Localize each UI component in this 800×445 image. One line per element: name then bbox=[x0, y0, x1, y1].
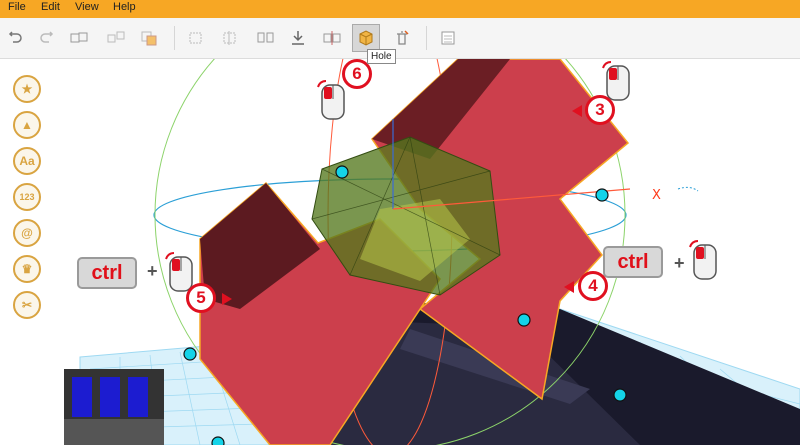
cut-button[interactable] bbox=[318, 24, 346, 52]
tools-button[interactable]: ✂ bbox=[13, 291, 41, 319]
svg-text:X: X bbox=[652, 188, 661, 203]
step-badge-5: 5 bbox=[186, 283, 216, 313]
toolbar bbox=[0, 18, 800, 59]
gizmo-handle[interactable] bbox=[517, 313, 531, 327]
menu-view[interactable]: View bbox=[75, 1, 99, 13]
step-badge-3: 3 bbox=[585, 95, 615, 125]
plus-sign-left: + bbox=[147, 261, 158, 281]
undo-icon bbox=[8, 31, 22, 43]
align-button[interactable] bbox=[182, 24, 210, 52]
ungroup-button[interactable] bbox=[102, 24, 130, 52]
ctrl-key-badge-right: ctrl bbox=[603, 246, 663, 278]
step-badge-4: 4 bbox=[578, 271, 608, 301]
mirror-icon bbox=[257, 32, 274, 43]
menu-edit[interactable]: Edit bbox=[41, 1, 60, 13]
duplicate-button[interactable] bbox=[136, 24, 164, 52]
scene-canvas: X bbox=[64, 59, 800, 445]
align-icon bbox=[189, 32, 202, 44]
text-button[interactable]: Aa bbox=[13, 147, 41, 175]
cut-icon bbox=[323, 31, 341, 45]
toolbar-separator bbox=[174, 26, 175, 50]
download-icon bbox=[292, 31, 304, 45]
mouse-left-click-icon bbox=[689, 240, 717, 280]
gizmo-handle[interactable] bbox=[613, 388, 627, 402]
ungroup-icon bbox=[107, 31, 125, 43]
hole-tooltip: Hole bbox=[367, 49, 396, 64]
hole-icon bbox=[359, 30, 373, 46]
hole-button[interactable] bbox=[352, 24, 380, 52]
group-button[interactable] bbox=[66, 24, 94, 52]
mirror-button[interactable] bbox=[252, 24, 280, 52]
numbers-button[interactable]: 123 bbox=[13, 183, 41, 211]
plus-sign-right: + bbox=[674, 253, 685, 273]
symbols-icon: @ bbox=[21, 226, 33, 240]
crown-button[interactable]: ♛ bbox=[13, 255, 41, 283]
arrow-icon bbox=[572, 105, 582, 117]
delete-icon bbox=[397, 30, 409, 45]
menu-file[interactable]: File bbox=[8, 1, 26, 13]
symbols-button[interactable]: @ bbox=[13, 219, 41, 247]
text-icon: Aa bbox=[19, 154, 35, 168]
favorites-button[interactable]: ★ bbox=[13, 75, 41, 103]
workplane-viewport[interactable]: X ★ ▲ Aa 123 @ ♛ ✂ ctrl + ctrl + 3 4 5 6 bbox=[0, 59, 800, 445]
arrow-icon bbox=[222, 293, 232, 305]
menu-help[interactable]: Help bbox=[113, 1, 136, 13]
gizmo-handle[interactable] bbox=[335, 165, 349, 179]
gizmo-handle[interactable] bbox=[595, 188, 609, 202]
flip-icon bbox=[223, 31, 236, 45]
blue-object bbox=[64, 369, 164, 445]
duplicate-icon bbox=[141, 31, 157, 46]
group-icon bbox=[70, 32, 88, 43]
mouse-left-click-icon bbox=[317, 80, 345, 120]
star-icon: ★ bbox=[21, 82, 33, 96]
shapes-icon: ▲ bbox=[21, 118, 33, 132]
redo-icon bbox=[40, 31, 54, 43]
tools-icon: ✂ bbox=[21, 298, 33, 312]
flip-button[interactable] bbox=[216, 24, 244, 52]
undo-button[interactable] bbox=[2, 24, 30, 52]
delete-button[interactable] bbox=[388, 24, 416, 52]
gizmo-handle[interactable] bbox=[211, 436, 225, 445]
arrow-icon bbox=[564, 281, 574, 293]
redo-button[interactable] bbox=[32, 24, 60, 52]
notes-button[interactable] bbox=[434, 24, 462, 52]
shapes-button[interactable]: ▲ bbox=[13, 111, 41, 139]
gizmo-handle[interactable] bbox=[183, 347, 197, 361]
download-button[interactable] bbox=[284, 24, 312, 52]
notes-icon bbox=[441, 31, 455, 45]
ctrl-key-badge-left: ctrl bbox=[77, 257, 137, 289]
menu-bar: File Edit View Help bbox=[0, 0, 800, 18]
crown-icon: ♛ bbox=[21, 262, 33, 276]
numbers-icon: 123 bbox=[19, 192, 35, 202]
toolbar-separator bbox=[426, 26, 427, 50]
